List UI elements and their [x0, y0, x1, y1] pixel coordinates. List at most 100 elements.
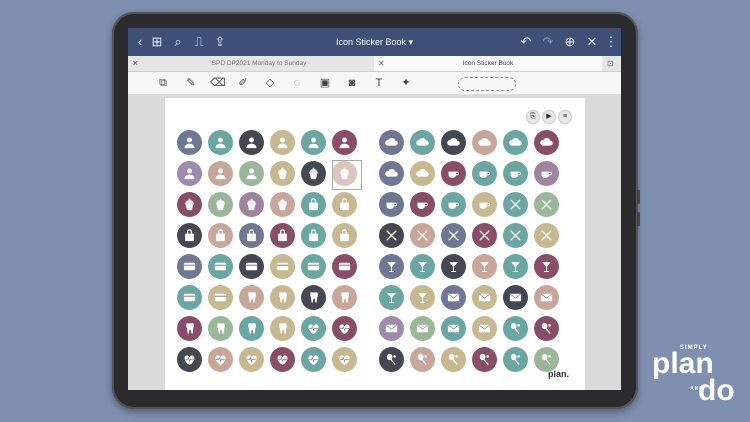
cross-sticker[interactable]	[503, 223, 528, 248]
cup-sticker[interactable]	[503, 161, 528, 186]
cup-sticker[interactable]	[441, 161, 466, 186]
bag-sticker[interactable]	[177, 223, 202, 248]
tooth-sticker[interactable]	[239, 285, 264, 310]
lasso-selection-pill[interactable]	[458, 77, 516, 91]
cloud-sticker[interactable]	[410, 130, 435, 155]
tooth-sticker[interactable]	[270, 285, 295, 310]
glass-sticker[interactable]	[379, 285, 404, 310]
more-icon[interactable]: ⋮	[603, 34, 619, 50]
mail-sticker[interactable]	[472, 316, 497, 341]
person-sticker[interactable]	[177, 161, 202, 186]
glass-sticker[interactable]	[503, 254, 528, 279]
glass-sticker[interactable]	[534, 254, 559, 279]
cloud-sticker[interactable]	[379, 161, 404, 186]
cross-sticker[interactable]	[534, 223, 559, 248]
person-sticker[interactable]	[208, 161, 233, 186]
bag-sticker[interactable]	[332, 223, 357, 248]
racket-sticker[interactable]	[503, 316, 528, 341]
cross-sticker[interactable]	[379, 223, 404, 248]
mail-sticker[interactable]	[410, 316, 435, 341]
card-sticker[interactable]	[239, 254, 264, 279]
text-tool-icon[interactable]: T	[372, 76, 386, 90]
cupcake-sticker[interactable]	[270, 192, 295, 217]
sticker-page[interactable]: ⎘ ▶ ≡ plan.	[165, 98, 585, 390]
racket-sticker[interactable]	[441, 347, 466, 372]
mail-sticker[interactable]	[472, 285, 497, 310]
racket-sticker[interactable]	[410, 347, 435, 372]
bag-sticker[interactable]	[208, 223, 233, 248]
bag-sticker[interactable]	[332, 192, 357, 217]
cloud-sticker[interactable]	[534, 130, 559, 155]
tab-expand-icon[interactable]: ⊡	[607, 56, 614, 71]
glass-sticker[interactable]	[472, 254, 497, 279]
heart-sticker[interactable]	[208, 347, 233, 372]
cup-sticker[interactable]	[379, 192, 404, 217]
menu-icon[interactable]: ≡	[558, 110, 572, 124]
glass-sticker[interactable]	[410, 285, 435, 310]
heart-sticker[interactable]	[177, 347, 202, 372]
tooth-sticker[interactable]	[332, 285, 357, 310]
person-sticker[interactable]	[177, 130, 202, 155]
glass-sticker[interactable]	[441, 254, 466, 279]
person-sticker[interactable]	[301, 130, 326, 155]
bag-sticker[interactable]	[301, 192, 326, 217]
card-sticker[interactable]	[301, 254, 326, 279]
copy-icon[interactable]: ⎘	[526, 110, 540, 124]
mail-sticker[interactable]	[379, 316, 404, 341]
cup-sticker[interactable]	[472, 192, 497, 217]
cross-sticker[interactable]	[534, 192, 559, 217]
person-sticker[interactable]	[270, 130, 295, 155]
racket-sticker[interactable]	[472, 347, 497, 372]
pen-tool-icon[interactable]: ✎	[184, 76, 198, 90]
racket-sticker[interactable]	[379, 347, 404, 372]
selection-box[interactable]	[332, 160, 362, 190]
heart-sticker[interactable]	[270, 347, 295, 372]
cup-sticker[interactable]	[441, 192, 466, 217]
lasso-tool-icon[interactable]: ◌	[290, 76, 304, 90]
bag-sticker[interactable]	[239, 223, 264, 248]
redo-icon[interactable]: ↷	[540, 34, 556, 50]
shapes-tool-icon[interactable]: ◇	[263, 76, 277, 90]
cloud-sticker[interactable]	[503, 130, 528, 155]
heart-sticker[interactable]	[332, 316, 357, 341]
heart-sticker[interactable]	[239, 347, 264, 372]
racket-sticker[interactable]	[534, 316, 559, 341]
undo-icon[interactable]: ↶	[518, 34, 534, 50]
heart-sticker[interactable]	[332, 347, 357, 372]
add-page-icon[interactable]: ⊕	[562, 34, 578, 50]
sidebar-toggle-icon[interactable]: ⧉	[156, 76, 170, 90]
cupcake-sticker[interactable]	[270, 161, 295, 186]
card-sticker[interactable]	[332, 254, 357, 279]
camera-tool-icon[interactable]: ◙	[345, 76, 359, 90]
close-icon[interactable]: ✕	[584, 34, 600, 50]
cross-sticker[interactable]	[410, 223, 435, 248]
cupcake-sticker[interactable]	[208, 192, 233, 217]
card-sticker[interactable]	[208, 254, 233, 279]
play-icon[interactable]: ▶	[542, 110, 556, 124]
tooth-sticker[interactable]	[239, 316, 264, 341]
person-sticker[interactable]	[239, 130, 264, 155]
tab-close-icon[interactable]: ✕	[132, 56, 139, 71]
card-sticker[interactable]	[208, 285, 233, 310]
cupcake-sticker[interactable]	[239, 192, 264, 217]
mail-sticker[interactable]	[503, 285, 528, 310]
cross-sticker[interactable]	[503, 192, 528, 217]
tab-spd-dp2021[interactable]: SPD DP2021 Monday to Sunday	[146, 56, 372, 71]
tab-close-icon[interactable]: ✕	[378, 56, 385, 71]
cloud-sticker[interactable]	[441, 130, 466, 155]
image-tool-icon[interactable]: ▣	[318, 76, 332, 90]
bag-sticker[interactable]	[270, 223, 295, 248]
highlighter-tool-icon[interactable]: ✐	[236, 76, 250, 90]
cloud-sticker[interactable]	[379, 130, 404, 155]
cup-sticker[interactable]	[534, 161, 559, 186]
tooth-sticker[interactable]	[208, 316, 233, 341]
laser-tool-icon[interactable]: ✦	[399, 76, 413, 90]
tab-icon-sticker-book[interactable]: Icon Sticker Book	[374, 56, 602, 71]
bag-sticker[interactable]	[301, 223, 326, 248]
mail-sticker[interactable]	[441, 285, 466, 310]
card-sticker[interactable]	[177, 285, 202, 310]
cross-sticker[interactable]	[472, 223, 497, 248]
racket-sticker[interactable]	[503, 347, 528, 372]
person-sticker[interactable]	[332, 130, 357, 155]
person-sticker[interactable]	[239, 161, 264, 186]
